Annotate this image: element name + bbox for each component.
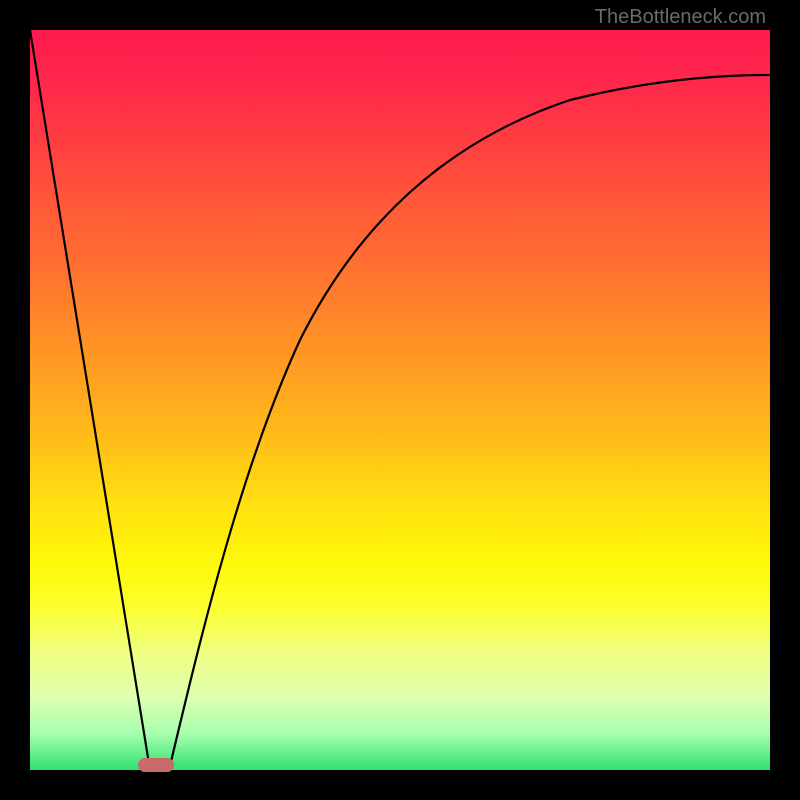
- optimum-marker: [138, 758, 174, 772]
- chart-frame: TheBottleneck.com: [0, 0, 800, 800]
- watermark-text: TheBottleneck.com: [595, 6, 766, 29]
- curve-path: [30, 30, 770, 770]
- bottleneck-curve: [30, 30, 770, 770]
